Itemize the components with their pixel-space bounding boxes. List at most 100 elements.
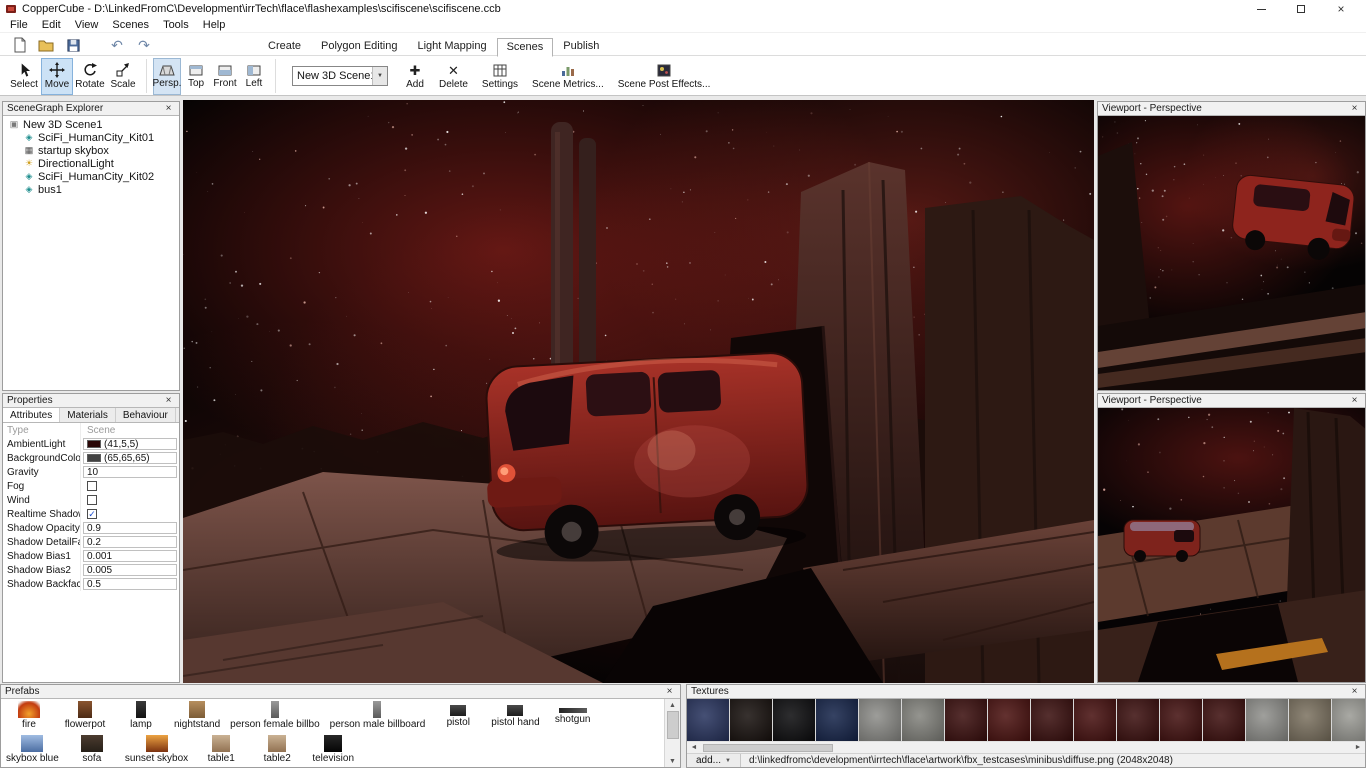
prefab-item-lamp[interactable]: lamp (113, 701, 169, 730)
close-icon[interactable]: × (162, 395, 175, 406)
texture-thumb[interactable] (1332, 699, 1365, 741)
texture-thumb[interactable] (773, 699, 815, 741)
tab-light-mapping[interactable]: Light Mapping (407, 37, 496, 56)
close-button[interactable]: × (1321, 0, 1361, 18)
scrollbar-thumb[interactable] (667, 711, 679, 739)
scale-tool-button[interactable]: Scale (107, 58, 139, 95)
view-top-button[interactable]: Top (182, 58, 210, 95)
texture-thumb[interactable] (1246, 699, 1288, 741)
textures-scrollbar[interactable]: ◄ ► (687, 741, 1365, 753)
scene-settings-button[interactable]: Settings (475, 58, 525, 95)
tree-item-directionallight[interactable]: ☀DirectionalLight (3, 157, 179, 170)
close-icon[interactable]: × (1348, 686, 1361, 697)
texture-thumb[interactable] (1160, 699, 1202, 741)
minimize-button[interactable] (1241, 0, 1281, 18)
prefab-item-skybox-blue[interactable]: skybox blue (1, 735, 64, 764)
prefab-item-fire[interactable]: fire (1, 701, 57, 730)
texture-thumb[interactable] (945, 699, 987, 741)
prefab-item-sofa[interactable]: sofa (64, 735, 120, 764)
texture-thumb[interactable] (859, 699, 901, 741)
scene-metrics-button[interactable]: Scene Metrics... (525, 58, 611, 95)
property-value[interactable]: 0.2 (83, 536, 177, 548)
save-button[interactable] (62, 35, 84, 55)
prefab-item-table1[interactable]: table1 (193, 735, 249, 764)
prefab-item-pistol-hand[interactable]: pistol hand (486, 701, 544, 728)
scene-select-dropdown[interactable]: New 3D Scene1 ▼ (292, 66, 388, 86)
texture-thumb[interactable] (988, 699, 1030, 741)
property-value[interactable] (83, 494, 177, 506)
prefab-item-shotgun[interactable]: shotgun (545, 701, 601, 725)
scroll-down-icon[interactable]: ▼ (665, 755, 680, 767)
property-value[interactable]: 0.005 (83, 564, 177, 576)
add-scene-button[interactable]: ✚ Add (398, 58, 432, 95)
prefab-item-person-male-billboard[interactable]: person male billboard (325, 701, 431, 730)
texture-add-button[interactable]: add... ▼ (687, 754, 741, 767)
scroll-right-icon[interactable]: ► (1351, 742, 1365, 753)
close-icon[interactable]: × (1348, 395, 1361, 406)
property-value[interactable] (83, 480, 177, 492)
rotate-tool-button[interactable]: Rotate (74, 58, 106, 95)
tree-item-scifi-humancity-kit02[interactable]: ◈SciFi_HumanCity_Kit02 (3, 170, 179, 183)
property-value[interactable]: ✓ (83, 508, 177, 520)
close-icon[interactable]: × (162, 103, 175, 114)
texture-thumb[interactable] (730, 699, 772, 741)
scroll-left-icon[interactable]: ◄ (687, 742, 701, 753)
texture-thumb[interactable] (1203, 699, 1245, 741)
scroll-up-icon[interactable]: ▲ (665, 699, 680, 711)
tab-create[interactable]: Create (258, 37, 311, 56)
texture-thumb[interactable] (902, 699, 944, 741)
menu-item-edit[interactable]: Edit (35, 18, 68, 33)
tree-item-bus1[interactable]: ◈bus1 (3, 183, 179, 196)
texture-thumb[interactable] (1117, 699, 1159, 741)
property-value[interactable]: (65,65,65) (83, 452, 177, 464)
texture-thumb[interactable] (687, 699, 729, 741)
main-3d-viewport[interactable] (183, 100, 1094, 683)
view-left-button[interactable]: Left (240, 58, 268, 95)
viewport-top-right-canvas[interactable] (1098, 116, 1365, 390)
close-icon[interactable]: × (663, 686, 676, 697)
properties-tab-behaviour[interactable]: Behaviour (116, 408, 176, 422)
prefab-item-sunset-skybox[interactable]: sunset skybox (120, 735, 193, 764)
checkbox[interactable] (87, 495, 97, 505)
property-value[interactable]: 10 (83, 466, 177, 478)
tree-item-startup-skybox[interactable]: ▦startup skybox (3, 144, 179, 157)
prefab-item-nightstand[interactable]: nightstand (169, 701, 225, 730)
texture-thumb[interactable] (1289, 699, 1331, 741)
open-file-button[interactable] (35, 35, 57, 55)
prefab-item-flowerpot[interactable]: flowerpot (57, 701, 113, 730)
tab-scenes[interactable]: Scenes (497, 38, 554, 57)
viewport-bottom-right-canvas[interactable] (1098, 408, 1365, 682)
checkbox[interactable] (87, 481, 97, 491)
prefab-item-person-female-billbo[interactable]: person female billbo (225, 701, 325, 730)
prefabs-scrollbar[interactable]: ▲ ▼ (664, 699, 680, 767)
checkbox-checked[interactable]: ✓ (87, 509, 97, 519)
view-front-button[interactable]: Front (211, 58, 239, 95)
close-icon[interactable]: × (1348, 103, 1361, 114)
texture-thumb[interactable] (1031, 699, 1073, 741)
prefab-item-pistol[interactable]: pistol (430, 701, 486, 728)
redo-button[interactable]: ↷ (133, 35, 155, 55)
menu-item-scenes[interactable]: Scenes (105, 18, 156, 33)
scrollbar-thumb[interactable] (703, 744, 833, 752)
property-value[interactable]: (41,5,5) (83, 438, 177, 450)
prefab-item-table2[interactable]: table2 (249, 735, 305, 764)
menu-item-file[interactable]: File (3, 18, 35, 33)
tree-item-scifi-humancity-kit01[interactable]: ◈SciFi_HumanCity_Kit01 (3, 131, 179, 144)
tab-polygon-editing[interactable]: Polygon Editing (311, 37, 407, 56)
delete-scene-button[interactable]: ✕ Delete (432, 58, 475, 95)
property-value[interactable]: 0.5 (83, 578, 177, 590)
texture-thumb[interactable] (816, 699, 858, 741)
property-value[interactable]: 0.9 (83, 522, 177, 534)
prefab-item-television[interactable]: television (305, 735, 361, 764)
menu-item-help[interactable]: Help (196, 18, 233, 33)
view-persp-button[interactable]: Persp. (153, 58, 181, 95)
move-tool-button[interactable]: Move (41, 58, 73, 95)
properties-tab-attributes[interactable]: Attributes (3, 408, 60, 422)
texture-thumb[interactable] (1074, 699, 1116, 741)
maximize-button[interactable] (1281, 0, 1321, 18)
properties-tab-materials[interactable]: Materials (60, 408, 116, 422)
menu-item-tools[interactable]: Tools (156, 18, 196, 33)
tree-item-new-3d-scene1[interactable]: ▣New 3D Scene1 (3, 118, 179, 131)
menu-item-view[interactable]: View (68, 18, 106, 33)
scene-post-effects-button[interactable]: Scene Post Effects... (611, 58, 718, 95)
